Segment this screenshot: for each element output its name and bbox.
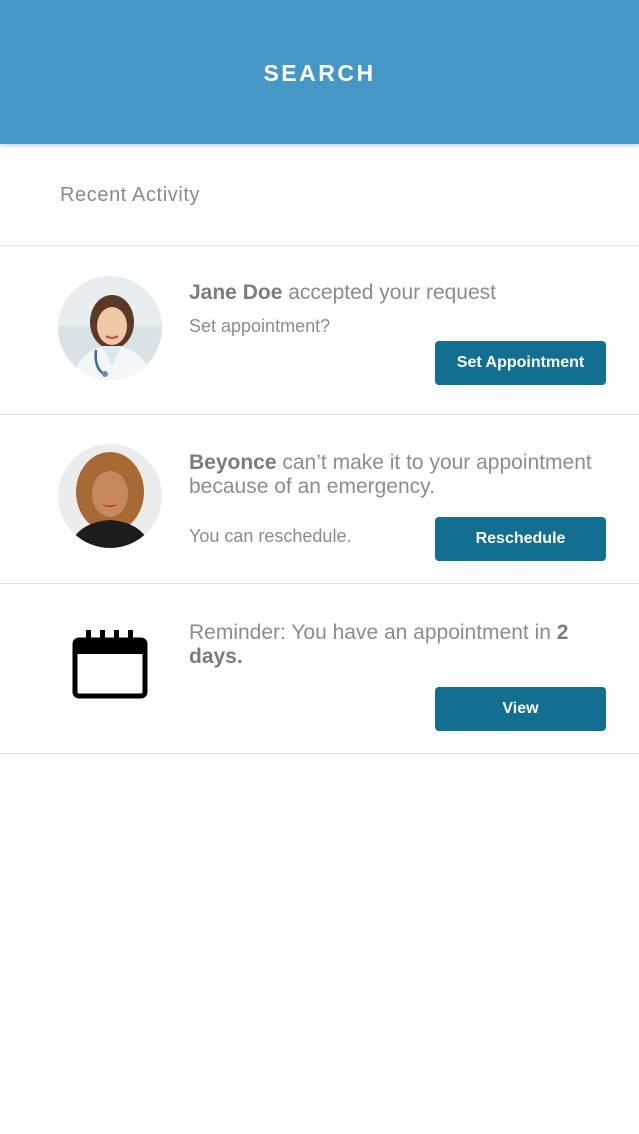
set-appointment-button[interactable]: Set Appointment [435, 341, 606, 385]
avatar-beyonce [58, 444, 162, 548]
activity-text: Reminder: You have an appointment in [189, 621, 557, 644]
app-screen: SEARCH Recent Activity Jane Doe accepted… [0, 0, 639, 1134]
activity-name: Jane Doe [189, 281, 283, 304]
reschedule-button[interactable]: Reschedule [435, 517, 606, 561]
activity-name: Beyonce [189, 451, 277, 474]
activity-message: Beyonce can’t make it to your appointmen… [189, 451, 619, 499]
activity-subtext: Set appointment? [189, 316, 331, 336]
divider [0, 583, 639, 584]
calendar-icon [72, 629, 148, 699]
view-button[interactable]: View [435, 687, 606, 731]
header-title[interactable]: SEARCH [263, 60, 375, 87]
divider [0, 753, 639, 754]
divider [0, 245, 639, 246]
section-title: Recent Activity [60, 184, 201, 206]
activity-message: Reminder: You have an appointment in 2 d… [189, 621, 589, 669]
activity-message: Jane Doe accepted your request [189, 281, 619, 305]
header-bar: SEARCH [0, 0, 639, 144]
activity-subtext: You can reschedule. [189, 526, 352, 546]
avatar-jane-doe [58, 276, 162, 380]
activity-text: accepted your request [282, 281, 497, 304]
divider [0, 414, 639, 415]
